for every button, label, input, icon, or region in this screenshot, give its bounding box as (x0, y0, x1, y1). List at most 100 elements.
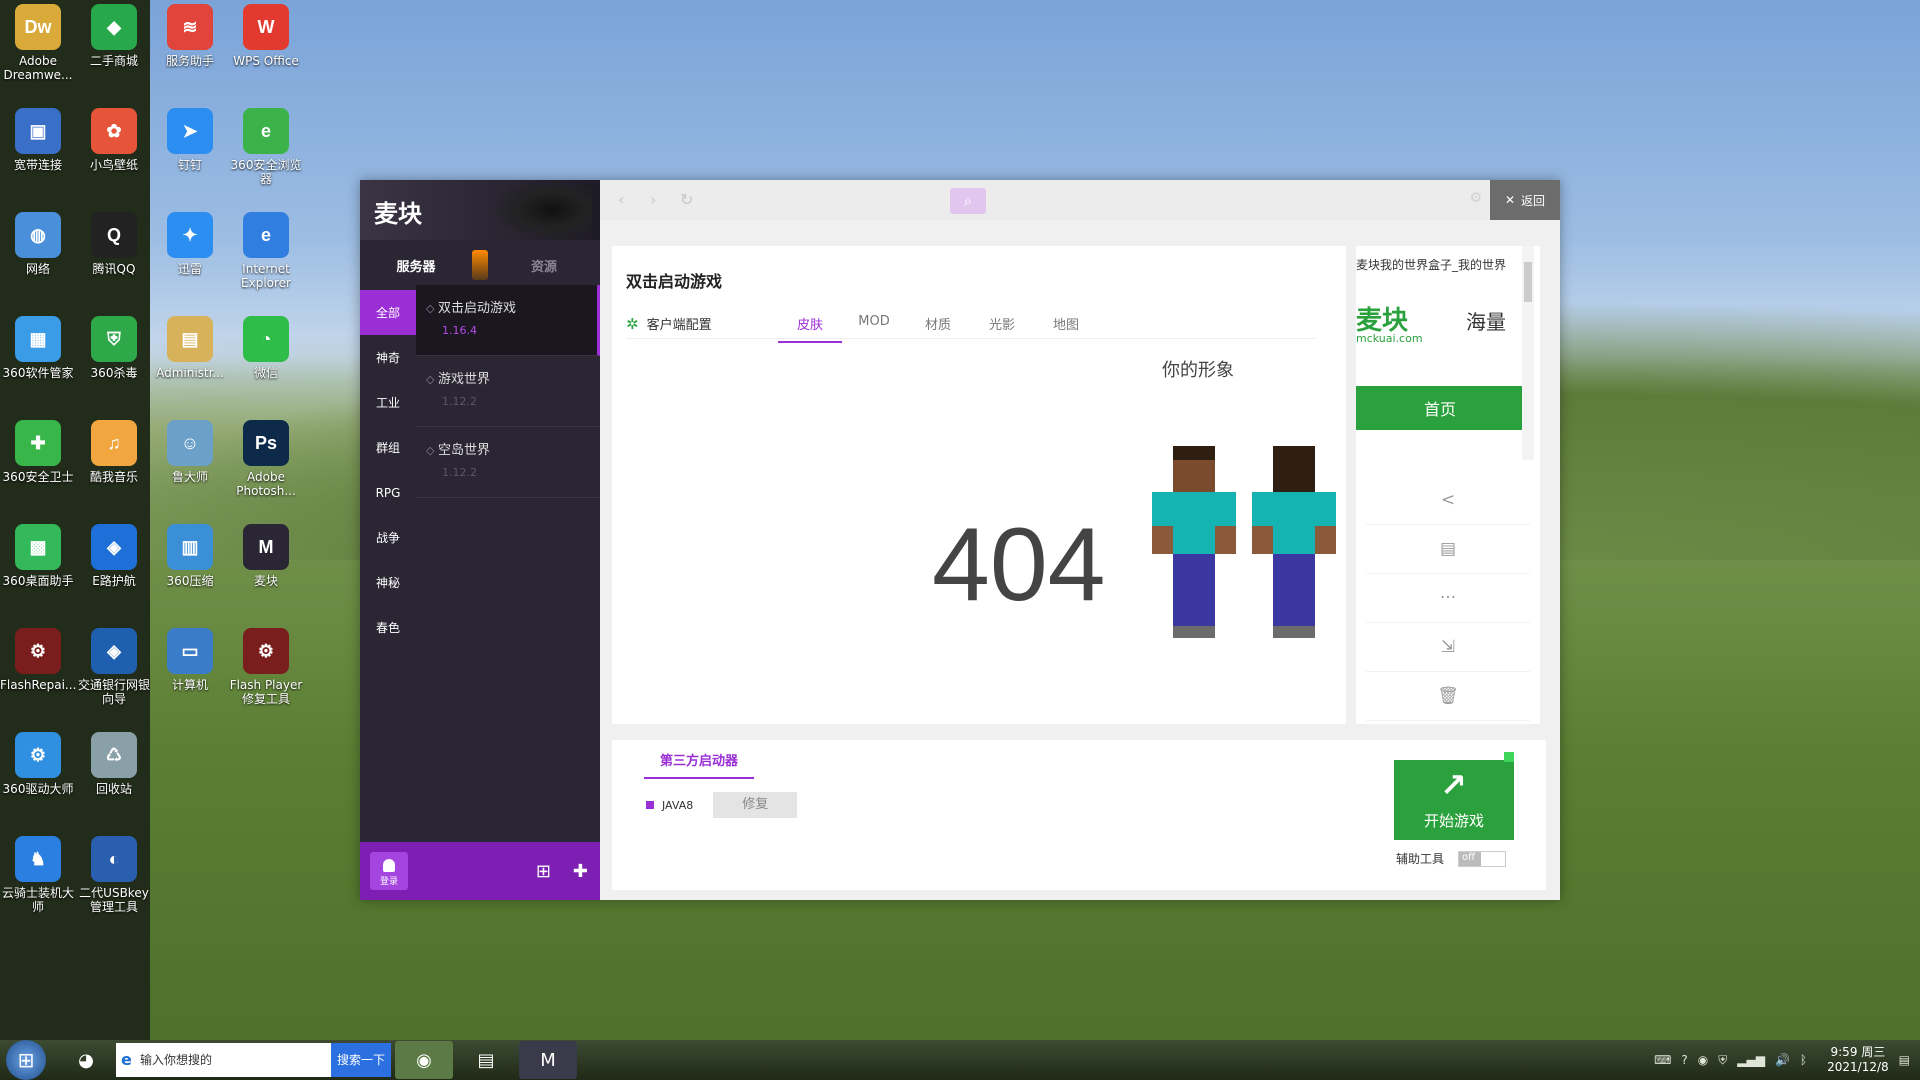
desktop-icon[interactable]: ✚ 360安全卫士 (0, 420, 76, 484)
sidebar-header: 麦块 (360, 180, 600, 240)
360-icon[interactable]: ◉ (1698, 1053, 1708, 1067)
tab-third-party-launcher[interactable]: 第三方启动器 (644, 750, 755, 779)
category-group[interactable]: 群组 (360, 425, 416, 470)
sidebar-footer: 登录 ⊞ ✚ (360, 842, 600, 900)
server-item[interactable]: 游戏世界 1.12.2 (416, 356, 600, 427)
desktop-icon-label: E路护航 (92, 574, 136, 588)
desktop-icon[interactable]: ◔ 微信 (228, 316, 304, 380)
ad-scrollbar[interactable] (1522, 246, 1534, 460)
desktop-icon[interactable]: e 360安全浏览器 (228, 108, 304, 186)
assist-toggle[interactable]: off (1458, 850, 1507, 867)
desktop-icon[interactable]: ✦ 迅雷 (152, 212, 228, 276)
desktop-icon[interactable]: ☺ 鲁大师 (152, 420, 228, 484)
app-icon: ⚙ (15, 732, 61, 778)
clock[interactable]: 9:59 周三 2021/12/8 (1827, 1045, 1889, 1075)
desktop-icon-label: 腾讯QQ (92, 262, 136, 276)
desktop-icon[interactable]: ◐ 二代USBkey管理工具 (76, 836, 152, 914)
category-spring[interactable]: 春色 (360, 605, 416, 650)
desktop-icon[interactable]: ▩ 360桌面助手 (0, 524, 76, 588)
share-icon[interactable]: < (1366, 476, 1530, 525)
more-icon[interactable]: ··· (1366, 574, 1530, 623)
settings-icon[interactable]: ✚ (573, 861, 588, 882)
return-button[interactable]: ✕ 返回 (1490, 180, 1560, 220)
desktop-icon[interactable]: ♫ 酷我音乐 (76, 420, 152, 484)
browser-taskbar-icon[interactable]: ◉ (395, 1041, 453, 1079)
desktop-icon[interactable]: ♞ 云骑士装机大师 (0, 836, 76, 914)
category-mystery[interactable]: 神秘 (360, 560, 416, 605)
desktop-icon[interactable]: ≋ 服务助手 (152, 4, 228, 68)
category-rpg[interactable]: RPG (360, 470, 416, 515)
desktop-icon[interactable]: W WPS Office (228, 4, 304, 68)
tab-resources[interactable]: 资源 (488, 256, 600, 275)
add-server-icon[interactable]: ⊞ (536, 861, 551, 882)
desktop-icon[interactable]: Q 腾讯QQ (76, 212, 152, 276)
export-icon[interactable]: ⇲ (1366, 623, 1530, 672)
explorer-taskbar-icon[interactable]: ▤ (457, 1041, 515, 1079)
category-war[interactable]: 战争 (360, 515, 416, 560)
desktop-icon[interactable]: ⚙ Flash Player 修复工具 (228, 628, 304, 706)
gear-icon[interactable]: ⚙ (1469, 190, 1482, 206)
back-arrow-icon[interactable]: ‹ (618, 190, 624, 209)
desktop-icon[interactable]: ➤ 钉钉 (152, 108, 228, 172)
network-icon[interactable]: ▂▄▆ (1737, 1053, 1765, 1067)
desktop-icon[interactable]: ⛨ 360杀毒 (76, 316, 152, 380)
home-button[interactable]: 首页 (1356, 386, 1524, 430)
taskbar-search: 输入你想搜的 搜索一下 (116, 1043, 391, 1077)
search-button[interactable]: 搜索一下 (331, 1043, 391, 1077)
server-version: 1.16.4 (442, 324, 477, 337)
desktop-icon[interactable]: ◍ 网络 (0, 212, 76, 276)
sidebar-tabs: 服务器 资源 (360, 240, 600, 290)
desktop-icon[interactable]: ▥ 360压缩 (152, 524, 228, 588)
keyboard-icon[interactable]: ⌨ (1654, 1053, 1671, 1067)
server-item[interactable]: 双击启动游戏 1.16.4 (416, 285, 600, 356)
desktop-icon[interactable]: ▦ 360软件管家 (0, 316, 76, 380)
desktop-icon[interactable]: ⚙ FlashRepai... (0, 628, 76, 692)
desktop-icon[interactable]: ▣ 宽带连接 (0, 108, 76, 172)
forward-arrow-icon[interactable]: › (650, 190, 656, 209)
login-button[interactable]: 登录 (370, 852, 408, 890)
help-icon[interactable]: ? (1681, 1053, 1687, 1067)
search-icon[interactable]: ⌕ (950, 188, 986, 214)
fix-button[interactable]: 修复 (713, 792, 798, 818)
desktop-icon[interactable]: ♺ 回收站 (76, 732, 152, 796)
app-icon: ♫ (91, 420, 137, 466)
desktop-icon-label: 二手商城 (89, 54, 138, 68)
app-icon: M (243, 524, 289, 570)
desktop-icon[interactable]: ▤ Administr... (152, 316, 228, 380)
desktop-icon[interactable]: ◈ E路护航 (76, 524, 152, 588)
document-icon[interactable]: ▤ (1366, 525, 1530, 574)
desktop-icon-label: 宽带连接 (13, 158, 62, 172)
maikuai-taskbar-icon[interactable]: M (519, 1041, 577, 1079)
desktop-icon[interactable]: Dw Adobe Dreamwe... (0, 4, 76, 82)
desktop-icon[interactable]: Ps Adobe Photosh... (228, 420, 304, 498)
java-checkbox[interactable] (646, 801, 654, 809)
tab-servers[interactable]: 服务器 (360, 256, 472, 275)
desktop-icon[interactable]: M 麦块 (228, 524, 304, 588)
category-industry[interactable]: 工业 (360, 380, 416, 425)
skin-card: 双击启动游戏 ✲ 客户端配置 皮肤 MOD 材质 光影 地图 你的形象 404 (612, 246, 1346, 724)
server-item[interactable]: 空岛世界 1.12.2 (416, 427, 600, 498)
start-button[interactable]: ⊞ (6, 1040, 46, 1080)
desktop-icon-label: 钉钉 (177, 158, 202, 172)
360-browser-taskbar-icon[interactable]: ◕ (66, 1041, 106, 1079)
desktop-icon[interactable]: ▭ 计算机 (152, 628, 228, 692)
category-all[interactable]: 全部 (360, 290, 416, 335)
search-input[interactable]: 输入你想搜的 (116, 1043, 331, 1077)
ad-title: 麦块我的世界盒子_我的世界 (1356, 258, 1507, 272)
notification-icon[interactable]: ▤ (1899, 1053, 1910, 1067)
volume-icon[interactable]: 🔊 (1775, 1053, 1790, 1067)
bluetooth-icon[interactable]: ᛒ (1800, 1053, 1807, 1067)
category-magic[interactable]: 神奇 (360, 335, 416, 380)
desktop-icon[interactable]: e Internet Explorer (228, 212, 304, 290)
trash-icon[interactable]: 🗑 (1366, 672, 1530, 721)
server-title: 游戏世界 (426, 368, 600, 387)
desktop-icon-label: 酷我音乐 (89, 470, 138, 484)
client-config[interactable]: ✲ 客户端配置 (626, 314, 712, 334)
desktop-icon[interactable]: ⚙ 360驱动大师 (0, 732, 76, 796)
shield-icon[interactable]: ⛨ (1718, 1053, 1727, 1068)
refresh-icon[interactable]: ↻ (680, 190, 693, 209)
desktop-icon[interactable]: ◆ 二手商城 (76, 4, 152, 68)
desktop-icon[interactable]: ◈ 交通银行网银向导 (76, 628, 152, 706)
desktop-icon[interactable]: ✿ 小鸟壁纸 (76, 108, 152, 172)
start-game-button[interactable]: 开始游戏 (1394, 760, 1514, 840)
